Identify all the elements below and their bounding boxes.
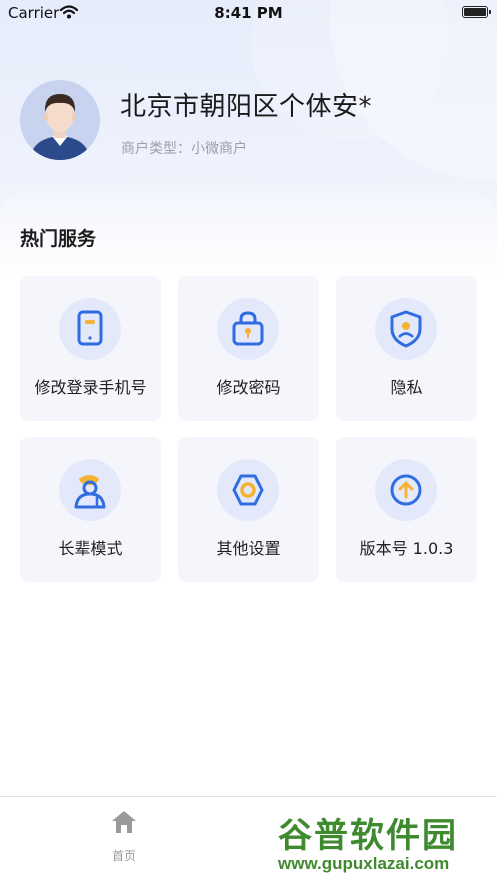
avatar[interactable] (20, 80, 100, 160)
elder-mode-icon (59, 459, 121, 521)
merchant-type: 商户类型：小微商户 (121, 141, 247, 157)
service-label: 修改登录手机号 (34, 378, 147, 397)
home-icon (110, 809, 138, 839)
service-label: 其他设置 (216, 539, 281, 558)
watermark-title: 谷普软件园 (278, 817, 458, 855)
service-label: 长辈模式 (58, 539, 123, 558)
battery-icon (462, 6, 491, 18)
service-other-settings[interactable]: 其他设置 (178, 437, 319, 582)
service-label: 版本号 1.0.3 (359, 539, 454, 558)
service-label: 隐私 (390, 378, 423, 397)
watermark-url: www.gupuxlazai.com (278, 854, 450, 873)
settings-hexagon-icon (217, 459, 279, 521)
service-elder-mode[interactable]: 长辈模式 (20, 437, 161, 582)
upgrade-arrow-icon (375, 459, 437, 521)
section-title: 热门服务 (20, 228, 97, 250)
phone-icon (59, 298, 121, 360)
service-change-phone[interactable]: 修改登录手机号 (20, 276, 161, 421)
tab-home[interactable]: 首页 (0, 797, 248, 884)
lock-icon (217, 298, 279, 360)
status-bar: Carrier 8:41 PM (0, 0, 497, 26)
company-name: 北京市朝阳区个体安* (120, 92, 373, 122)
tab-label: 首页 (111, 849, 136, 863)
service-privacy[interactable]: 隐私 (336, 276, 477, 421)
service-change-password[interactable]: 修改密码 (178, 276, 319, 421)
status-time: 8:41 PM (214, 4, 283, 22)
service-version[interactable]: 版本号 1.0.3 (336, 437, 477, 582)
watermark: 谷普软件园 www.gupuxlazai.com (272, 806, 494, 883)
privacy-shield-icon (375, 298, 437, 360)
service-label: 修改密码 (216, 378, 281, 397)
